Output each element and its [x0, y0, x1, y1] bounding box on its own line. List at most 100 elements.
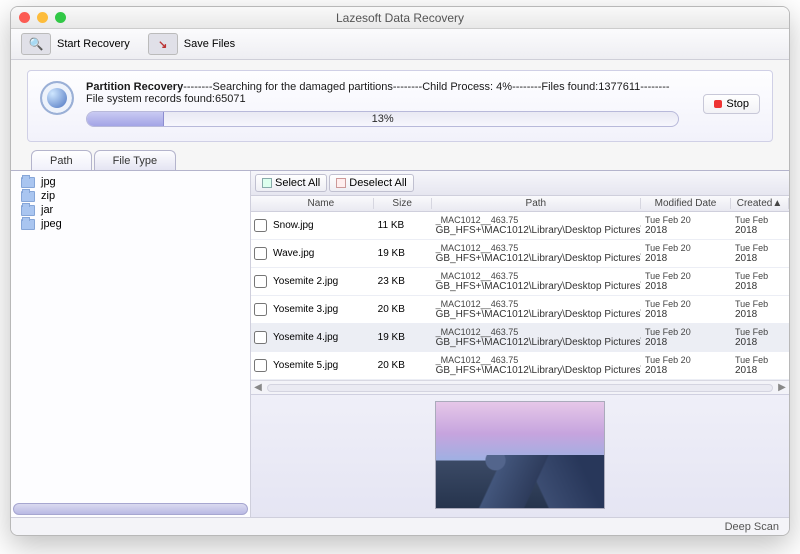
- sidebar-item-label: jpg: [41, 176, 56, 188]
- save-icon: [148, 33, 178, 55]
- table-row[interactable]: Yosemite 4.jpg19 KB_MAC1012__463.75GB_HF…: [251, 324, 789, 352]
- status-heading: Partition Recovery: [86, 81, 183, 93]
- progress-bar: 13%: [86, 111, 679, 127]
- tabs: Path File Type: [11, 150, 789, 170]
- select-all-label: Select All: [275, 177, 320, 189]
- col-modified[interactable]: Modified Date: [641, 198, 731, 209]
- select-all-button[interactable]: Select All: [255, 174, 327, 192]
- sidebar-item-jpeg[interactable]: jpeg: [15, 217, 246, 231]
- cell-created: Tue Feb2018: [731, 299, 789, 321]
- folder-icon: [21, 177, 35, 188]
- cell-size: 19 KB: [374, 332, 432, 343]
- cell-modified: Tue Feb 202018: [641, 271, 731, 293]
- sidebar-item-zip[interactable]: zip: [15, 189, 246, 203]
- deselect-all-label: Deselect All: [349, 177, 406, 189]
- action-bar: Select All Deselect All: [251, 171, 789, 196]
- deselect-all-icon: [336, 178, 346, 188]
- sidebar-item-label: zip: [41, 190, 55, 202]
- app-window: Lazesoft Data Recovery Start Recovery Sa…: [10, 6, 790, 536]
- folder-icon: [21, 219, 35, 230]
- cell-name: Snow.jpg: [269, 220, 374, 231]
- scroll-left-icon[interactable]: ◀: [253, 382, 263, 393]
- cell-modified: Tue Feb 202018: [641, 355, 731, 377]
- table-row[interactable]: Yosemite 3.jpg20 KB_MAC1012__463.75GB_HF…: [251, 296, 789, 324]
- row-checkbox[interactable]: [254, 331, 267, 344]
- row-checkbox[interactable]: [254, 219, 267, 232]
- cell-created: Tue Feb2018: [731, 243, 789, 265]
- sidebar-item-jpg[interactable]: jpg: [15, 175, 246, 189]
- select-all-icon: [262, 178, 272, 188]
- sidebar-list: jpg zip jar jpeg: [11, 171, 250, 501]
- col-size[interactable]: Size: [374, 198, 432, 209]
- tab-file-type[interactable]: File Type: [94, 150, 176, 170]
- folder-icon: [21, 205, 35, 216]
- row-checkbox[interactable]: [254, 275, 267, 288]
- sidebar-scrollbar[interactable]: [13, 503, 248, 515]
- row-checkbox[interactable]: [254, 247, 267, 260]
- cell-path: _MAC1012__463.75GB_HFS+\MAC1012\Library\…: [432, 215, 641, 237]
- table-row[interactable]: Wave.jpg19 KB_MAC1012__463.75GB_HFS+\MAC…: [251, 240, 789, 268]
- row-checkbox[interactable]: [254, 303, 267, 316]
- status-bar: Deep Scan: [11, 517, 789, 535]
- cell-size: 19 KB: [374, 248, 432, 259]
- save-files-label: Save Files: [184, 38, 235, 50]
- recovery-icon: [21, 33, 51, 55]
- horizontal-scrollbar[interactable]: ◀ ▶: [251, 380, 789, 394]
- cell-size: 20 KB: [374, 304, 432, 315]
- col-created[interactable]: Created ▲: [731, 198, 789, 209]
- table-body: Snow.jpg11 KB_MAC1012__463.75GB_HFS+\MAC…: [251, 212, 789, 380]
- cell-name: Yosemite 4.jpg: [269, 332, 374, 343]
- table-row[interactable]: Yosemite 2.jpg23 KB_MAC1012__463.75GB_HF…: [251, 268, 789, 296]
- cell-modified: Tue Feb 202018: [641, 299, 731, 321]
- status-card: Partition Recovery--------Searching for …: [27, 70, 773, 142]
- tab-path[interactable]: Path: [31, 150, 92, 170]
- sidebar-item-label: jpeg: [41, 218, 62, 230]
- cell-modified: Tue Feb 202018: [641, 215, 731, 237]
- table-row[interactable]: Snow.jpg11 KB_MAC1012__463.75GB_HFS+\MAC…: [251, 212, 789, 240]
- progress-label: 13%: [87, 112, 678, 126]
- cell-modified: Tue Feb 202018: [641, 243, 731, 265]
- start-recovery-button[interactable]: Start Recovery: [21, 33, 130, 55]
- content: Select All Deselect All Name Size Path M…: [251, 171, 789, 517]
- folder-icon: [21, 191, 35, 202]
- col-name[interactable]: Name: [269, 198, 374, 209]
- cell-modified: Tue Feb 202018: [641, 327, 731, 349]
- preview-pane: [251, 394, 789, 517]
- cell-created: Tue Feb2018: [731, 215, 789, 237]
- toolbar: Start Recovery Save Files: [11, 29, 789, 60]
- cell-created: Tue Feb2018: [731, 355, 789, 377]
- sidebar-item-label: jar: [41, 204, 53, 216]
- start-recovery-label: Start Recovery: [57, 38, 130, 50]
- table-row[interactable]: Yosemite 5.jpg20 KB_MAC1012__463.75GB_HF…: [251, 352, 789, 380]
- table-header: Name Size Path Modified Date Created ▲: [251, 196, 789, 212]
- save-files-button[interactable]: Save Files: [148, 33, 235, 55]
- sidebar-item-jar[interactable]: jar: [15, 203, 246, 217]
- window-title: Lazesoft Data Recovery: [11, 11, 789, 25]
- cell-name: Yosemite 5.jpg: [269, 360, 374, 371]
- stop-label: Stop: [726, 98, 749, 110]
- deselect-all-button[interactable]: Deselect All: [329, 174, 413, 192]
- cell-path: _MAC1012__463.75GB_HFS+\MAC1012\Library\…: [432, 299, 641, 321]
- cell-name: Yosemite 3.jpg: [269, 304, 374, 315]
- scroll-track[interactable]: [267, 384, 773, 392]
- main: jpg zip jar jpeg Select All Deselect All Na…: [11, 170, 789, 517]
- disk-icon: [40, 81, 74, 115]
- col-path[interactable]: Path: [432, 198, 641, 209]
- cell-size: 11 KB: [374, 220, 432, 231]
- stop-button[interactable]: Stop: [703, 94, 760, 114]
- cell-size: 23 KB: [374, 276, 432, 287]
- cell-name: Wave.jpg: [269, 248, 374, 259]
- cell-path: _MAC1012__463.75GB_HFS+\MAC1012\Library\…: [432, 271, 641, 293]
- cell-size: 20 KB: [374, 360, 432, 371]
- cell-path: _MAC1012__463.75GB_HFS+\MAC1012\Library\…: [432, 355, 641, 377]
- status-text: Partition Recovery--------Searching for …: [86, 81, 679, 127]
- scroll-right-icon[interactable]: ▶: [777, 382, 787, 393]
- titlebar: Lazesoft Data Recovery: [11, 7, 789, 29]
- sidebar: jpg zip jar jpeg: [11, 171, 251, 517]
- cell-created: Tue Feb2018: [731, 327, 789, 349]
- cell-created: Tue Feb2018: [731, 271, 789, 293]
- status-mode: Deep Scan: [725, 521, 779, 533]
- row-checkbox[interactable]: [254, 359, 267, 372]
- cell-path: _MAC1012__463.75GB_HFS+\MAC1012\Library\…: [432, 327, 641, 349]
- preview-image: [435, 401, 605, 509]
